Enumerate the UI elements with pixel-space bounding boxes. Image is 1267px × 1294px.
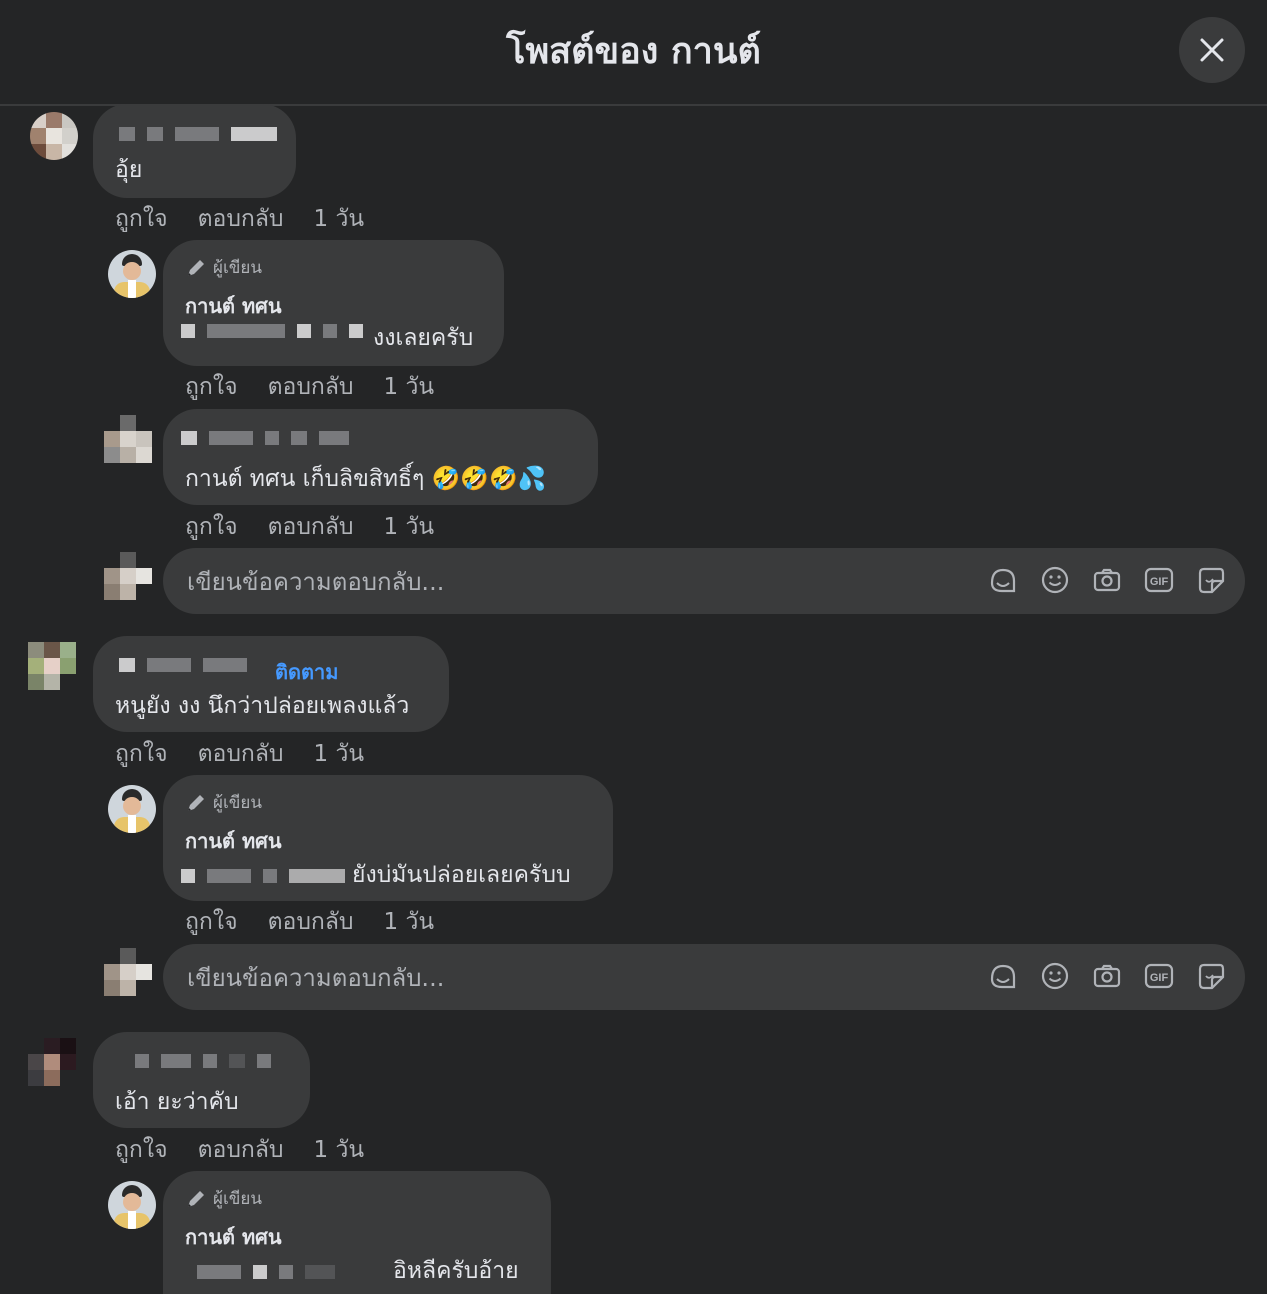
current-user-avatar [104,948,152,996]
reply-bubble: ผู้เขียน กานต์ ทศน อิหลีครับอ้าย [163,1171,551,1294]
blurred-mention [181,869,345,883]
avatar-sticker-icon [990,964,1016,989]
author-badge: ผู้เขียน [185,789,262,816]
blurred-name [119,127,277,141]
reply-text: ยังบ่มันปล่อยเลยครับบ [352,862,571,888]
dialog-header: โพสต์ของ กานต์ [0,0,1267,106]
reply-time[interactable]: 1 วัน [384,509,435,545]
close-icon [1200,38,1224,62]
camera-icon [1093,568,1121,592]
blurred-mention [197,1265,335,1279]
comment-bubble: อุ้ย [93,104,296,198]
composer-tools: GIF [987,960,1227,992]
like-button[interactable]: ถูกใจ [185,904,238,940]
gif-button[interactable]: GIF [1143,960,1175,992]
gif-icon: GIF [1144,963,1174,989]
author-badge-label: ผู้เขียน [213,793,262,813]
reply-actions: ถูกใจ ตอบกลับ 1 วัน [185,369,434,405]
like-button[interactable]: ถูกใจ [185,509,238,545]
reply-bubble: กานต์ ทศน เก็บลิขสิทธิ์ๆ 🤣🤣🤣💦 [163,409,598,505]
reply-text: กานต์ ทศน เก็บลิขสิทธิ์ๆ 🤣🤣🤣💦 [185,466,547,492]
comment-time[interactable]: 1 วัน [314,1132,365,1168]
reply-button[interactable]: ตอบกลับ [198,1132,284,1168]
emoji-icon [1041,566,1069,594]
avatar[interactable] [30,112,78,160]
avatar-sticker-button[interactable] [987,564,1019,596]
sticker-button[interactable] [1195,960,1227,992]
reply-composer[interactable]: GIF [163,548,1245,616]
author-badge: ผู้เขียน [185,1185,262,1212]
pencil-icon [188,794,204,811]
reply-text: งงเลยครับ [373,325,474,351]
reply-text: อิหลีครับอ้าย [393,1258,519,1284]
like-button[interactable]: ถูกใจ [115,736,168,772]
author-avatar[interactable] [108,785,156,833]
reply-input[interactable] [185,548,969,616]
svg-text:GIF: GIF [1150,972,1169,984]
sticker-button[interactable] [1195,564,1227,596]
comment-bubble: ติดตาม หนูยัง งง นึกว่าปล่อยเพลงแล้ว [93,636,449,732]
blurred-name [181,431,349,445]
reply-composer[interactable]: GIF [163,944,1245,1012]
reply-button[interactable]: ตอบกลับ [268,904,354,940]
current-user-avatar [104,552,152,600]
sticker-icon [1198,963,1225,990]
pencil-icon [188,259,204,276]
comment-actions: ถูกใจ ตอบกลับ 1 วัน [115,1132,364,1168]
svg-text:GIF: GIF [1150,576,1169,588]
reply-actions: ถูกใจ ตอบกลับ 1 วัน [185,509,434,545]
comment-bubble: เอ้า ยะว่าคับ [93,1032,310,1128]
emoji-button[interactable] [1039,960,1071,992]
comment-text: อุ้ย [115,157,143,183]
comment-actions: ถูกใจ ตอบกลับ 1 วัน [115,736,364,772]
blurred-name [119,658,247,672]
like-button[interactable]: ถูกใจ [185,369,238,405]
emoji-icon [1041,962,1069,990]
gif-button[interactable]: GIF [1143,564,1175,596]
dialog-title: โพสต์ของ กานต์ [506,31,761,72]
reply-time[interactable]: 1 วัน [384,369,435,405]
author-name[interactable]: กานต์ ทศน [185,825,282,857]
pencil-icon [188,1190,204,1207]
reply-bubble: ผู้เขียน กานต์ ทศน ยังบ่มันปล่อยเลยครับบ [163,775,613,901]
reply-actions: ถูกใจ ตอบกลับ 1 วัน [185,904,434,940]
comment-actions: ถูกใจ ตอบกลับ 1 วัน [115,201,364,237]
avatar[interactable] [28,1038,76,1086]
comment-text: เอ้า ยะว่าคับ [115,1089,239,1115]
reply-button[interactable]: ตอบกลับ [198,201,284,237]
reply-bubble: ผู้เขียน กานต์ ทศน งงเลยครับ [163,240,504,366]
camera-button[interactable] [1091,960,1123,992]
like-button[interactable]: ถูกใจ [115,1132,168,1168]
reply-button[interactable]: ตอบกลับ [198,736,284,772]
reply-button[interactable]: ตอบกลับ [268,369,354,405]
author-avatar[interactable] [108,1181,156,1229]
comment-time[interactable]: 1 วัน [314,736,365,772]
like-button[interactable]: ถูกใจ [115,201,168,237]
camera-button[interactable] [1091,564,1123,596]
close-button[interactable] [1179,17,1245,83]
author-badge-label: ผู้เขียน [213,258,262,278]
emoji-button[interactable] [1039,564,1071,596]
avatar[interactable] [104,415,152,463]
reply-time[interactable]: 1 วัน [384,904,435,940]
reply-button[interactable]: ตอบกลับ [268,509,354,545]
blurred-name [135,1054,271,1068]
author-avatar[interactable] [108,250,156,298]
author-badge-label: ผู้เขียน [213,1189,262,1209]
avatar-sticker-icon [990,568,1016,593]
avatar[interactable] [28,642,76,690]
author-badge: ผู้เขียน [185,254,262,281]
composer-tools: GIF [987,564,1227,596]
comment-text: หนูยัง งง นึกว่าปล่อยเพลงแล้ว [115,693,410,719]
reply-input[interactable] [185,944,969,1012]
sticker-icon [1198,567,1225,594]
author-name[interactable]: กานต์ ทศน [185,290,282,322]
camera-icon [1093,964,1121,988]
author-name[interactable]: กานต์ ทศน [185,1221,282,1253]
comment-time[interactable]: 1 วัน [314,201,365,237]
blurred-mention [181,324,363,338]
gif-icon: GIF [1144,567,1174,593]
avatar-sticker-button[interactable] [987,960,1019,992]
follow-link[interactable]: ติดตาม [275,656,338,688]
